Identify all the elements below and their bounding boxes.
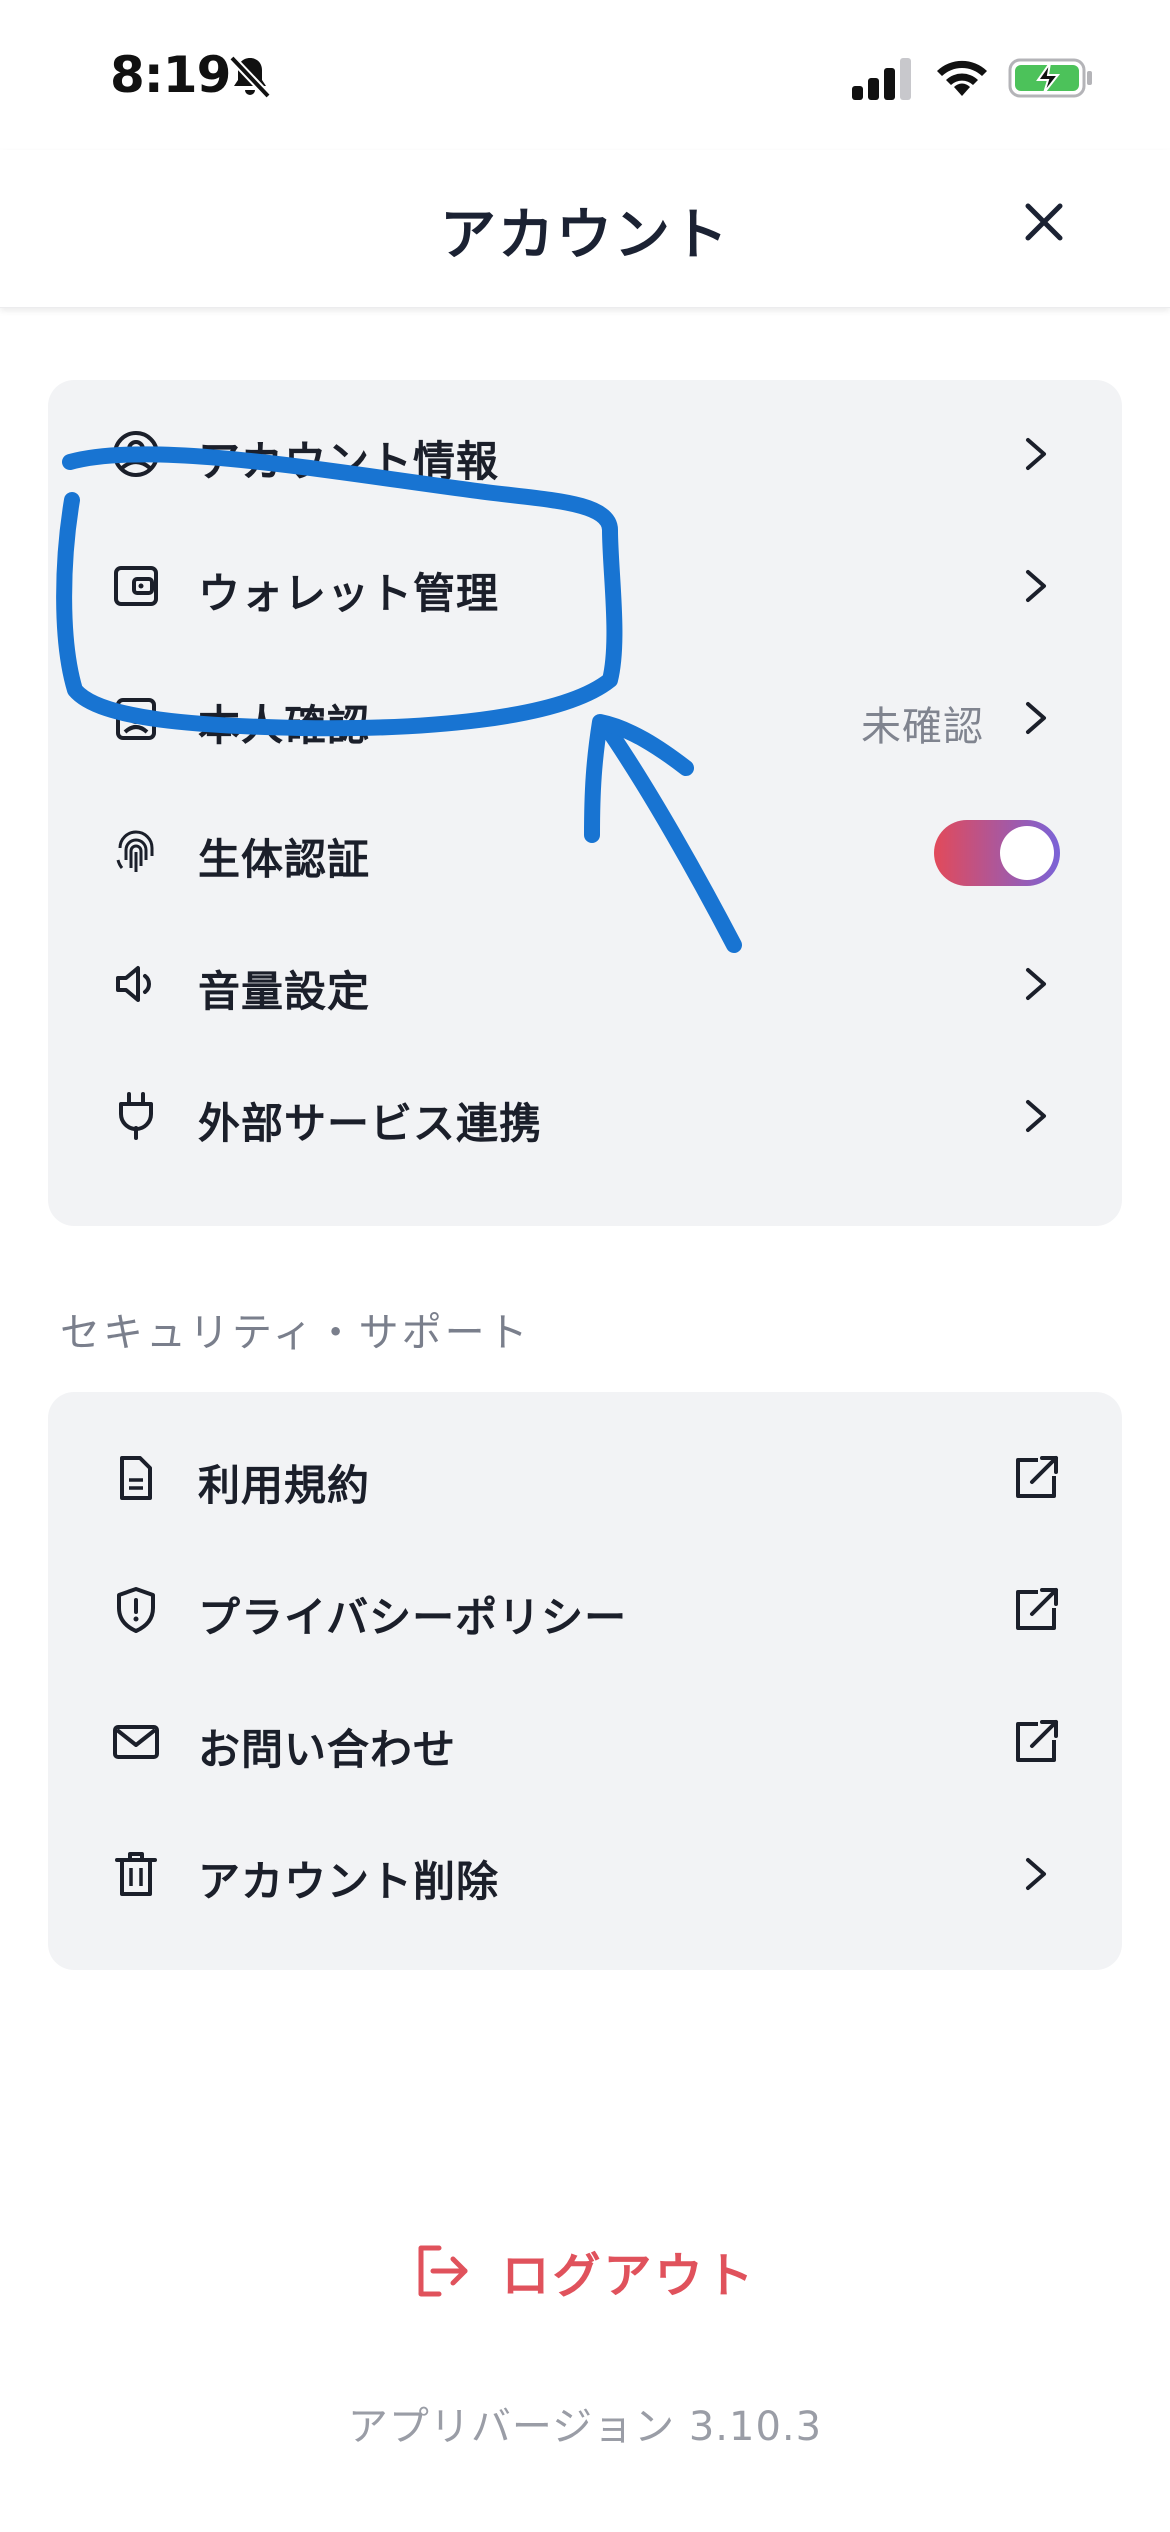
menu-item-contact[interactable]: お問い合わせ (48, 1676, 1122, 1808)
menu-item-volume[interactable]: 音量設定 (48, 918, 1122, 1050)
external-link-icon (1016, 1720, 1058, 1762)
shield-icon (117, 1587, 155, 1633)
mail-icon (113, 1725, 159, 1759)
menu-item-identity-verification[interactable]: 本人確認 未確認 (48, 652, 1122, 784)
app-version: アプリバージョン 3.10.3 (347, 2404, 823, 2450)
wallet-icon (114, 566, 158, 606)
user-circle-icon (113, 431, 159, 477)
chevron-right-icon (1026, 438, 1046, 470)
menu-item-privacy-policy[interactable]: プライバシーポリシー (48, 1544, 1122, 1676)
menu-item-terms[interactable]: 利用規約 (48, 1412, 1122, 1544)
chevron-right-icon (1026, 702, 1046, 734)
speaker-icon (116, 966, 151, 1002)
toggle-knob (1000, 826, 1054, 880)
page-title: アカウント (440, 203, 730, 268)
menu-item-label: 外部サービス連携 (198, 1099, 543, 1148)
status-time: 8:19 (110, 46, 231, 104)
external-link-icon (1016, 1456, 1058, 1498)
menu-item-label: お問い合わせ (198, 1725, 457, 1774)
trash-icon (115, 1852, 157, 1896)
menu-item-label: 本人確認 (198, 701, 371, 750)
menu-item-wallet[interactable]: ウォレット管理 (48, 520, 1122, 652)
menu-item-label: 利用規約 (198, 1461, 371, 1510)
menu-item-biometrics: 生体認証 (48, 786, 1122, 918)
menu-item-account-info[interactable]: アカウント情報 (48, 388, 1122, 520)
page-header: アカウント (0, 150, 1170, 308)
close-icon[interactable] (1020, 198, 1068, 246)
chevron-right-icon (1026, 1100, 1046, 1132)
id-badge-icon (116, 698, 156, 740)
chevron-right-icon (1026, 968, 1046, 1000)
logout-icon (418, 2245, 468, 2297)
verification-status: 未確認 (861, 704, 984, 750)
menu-item-label: 音量設定 (198, 967, 371, 1016)
document-icon (120, 1456, 152, 1500)
menu-item-label: アカウント削除 (198, 1857, 500, 1906)
security-support-card: 利用規約 プライバシーポリシー お問い合わせ アカウント削除 (48, 1392, 1122, 1970)
menu-item-label: ウォレット管理 (198, 569, 500, 618)
plug-icon (119, 1092, 153, 1140)
battery-charging-icon (1008, 58, 1092, 98)
wifi-icon (937, 60, 987, 96)
status-bar: 8:19 (0, 0, 1170, 150)
biometrics-toggle[interactable] (934, 820, 1060, 886)
chevron-right-icon (1026, 570, 1046, 602)
account-settings-card: アカウント情報 ウォレット管理 本人確認 未確認 生体認証 音量設定 外部サービ… (48, 380, 1122, 1226)
fingerprint-icon (116, 830, 154, 872)
chevron-right-icon (1026, 1858, 1046, 1890)
menu-item-label: プライバシーポリシー (198, 1593, 628, 1642)
bell-slash-icon (229, 55, 271, 99)
menu-item-label: 生体認証 (198, 835, 371, 884)
logout-label: ログアウト (501, 2248, 757, 2304)
logout-button[interactable]: ログアウト (0, 2236, 1170, 2316)
menu-item-label: アカウント情報 (198, 437, 500, 486)
external-link-icon (1016, 1588, 1058, 1630)
menu-item-external-services[interactable]: 外部サービス連携 (48, 1050, 1122, 1182)
menu-item-delete-account[interactable]: アカウント削除 (48, 1808, 1122, 1940)
section-title-security-support: セキュリティ・サポート (60, 1310, 531, 1356)
logout-content: ログアウト (413, 2236, 756, 2306)
cellular-signal-icon (852, 58, 911, 100)
